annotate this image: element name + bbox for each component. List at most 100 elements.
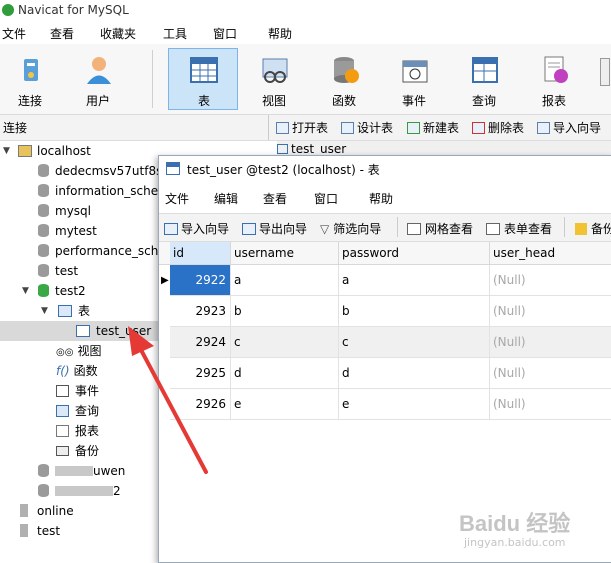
object-tab[interactable]: test_user xyxy=(277,142,346,156)
new-table-icon xyxy=(407,122,420,134)
toolbar-report-button[interactable]: 报表 xyxy=(524,49,584,109)
window-menu-window[interactable]: 窗口 xyxy=(314,190,338,207)
tree-connection-localhost[interactable]: localhost xyxy=(18,141,91,161)
table-cell[interactable]: b xyxy=(339,296,490,327)
tree-db-test2[interactable]: test2 xyxy=(38,281,86,301)
table-window-titlebar: test_user @test2 (localhost) - 表 xyxy=(159,156,611,182)
toolbar-view-button[interactable]: 视图 xyxy=(244,49,304,109)
backup-icon xyxy=(575,223,587,235)
table-cell[interactable]: 2923 xyxy=(170,296,231,327)
toolbar-user-button[interactable]: 用户 xyxy=(68,49,128,109)
database-icon xyxy=(38,164,49,177)
tree-db-mysql[interactable]: mysql xyxy=(38,201,91,221)
table-cell[interactable]: 2924 xyxy=(170,327,231,358)
report-icon xyxy=(544,56,568,83)
tree-db-performance-schema[interactable]: performance_sch xyxy=(38,241,158,261)
toolbar-function-button[interactable]: 函数 xyxy=(314,49,374,109)
tree-reports[interactable]: 报表 xyxy=(56,421,99,441)
menu-file[interactable]: 文件 xyxy=(2,25,26,42)
backup-icon xyxy=(56,446,69,456)
collapse-icon[interactable]: ▼ xyxy=(3,146,10,156)
tree-events[interactable]: 事件 xyxy=(56,381,99,401)
table-cell[interactable]: e xyxy=(339,389,490,420)
tree-functions[interactable]: f() 函数 xyxy=(56,361,98,381)
window-menu-file[interactable]: 文件 xyxy=(165,190,189,207)
database-icon xyxy=(38,244,49,257)
table-cell[interactable]: (Null) xyxy=(490,265,611,296)
tree-connection-online[interactable]: online xyxy=(20,501,74,521)
tree-db-test[interactable]: test xyxy=(38,261,78,281)
table-icon xyxy=(277,144,288,154)
import-wizard-button[interactable]: 导入向导 xyxy=(164,220,229,237)
column-header-id[interactable]: id xyxy=(170,242,231,265)
table-cell[interactable]: d xyxy=(231,358,339,389)
user-icon xyxy=(87,57,111,84)
tree-tables-folder[interactable]: 表 xyxy=(58,301,90,321)
table-cell[interactable]: a xyxy=(339,265,490,296)
form-view-button[interactable]: 表单查看 xyxy=(486,220,552,237)
open-table-icon xyxy=(276,122,289,134)
window-menu-help[interactable]: 帮助 xyxy=(369,190,393,207)
backup-button[interactable]: 备份 xyxy=(575,220,611,237)
menu-favorites[interactable]: 收藏夹 xyxy=(100,25,136,42)
export-wizard-button[interactable]: 导出向导 xyxy=(242,220,307,237)
grid-view-button[interactable]: 网格查看 xyxy=(407,220,473,237)
column-header-username[interactable]: username xyxy=(231,242,339,265)
tree-db-dedecms[interactable]: dedecmsv57utf8s xyxy=(38,161,162,181)
column-header-password[interactable]: password xyxy=(339,242,490,265)
table-cell[interactable]: 2922 xyxy=(170,265,231,296)
table-cell[interactable]: e xyxy=(231,389,339,420)
tree-db-blurred-1[interactable]: uwen xyxy=(38,461,125,481)
table-cell[interactable]: c xyxy=(231,327,339,358)
table-cell[interactable]: d xyxy=(339,358,490,389)
design-table-button[interactable]: 设计表 xyxy=(341,119,393,136)
toolbar-query-button[interactable]: 查询 xyxy=(454,49,514,109)
table-cell[interactable]: 2926 xyxy=(170,389,231,420)
tree-table-test-user[interactable]: test_user xyxy=(76,321,151,341)
table-cell[interactable]: c xyxy=(339,327,490,358)
delete-table-icon xyxy=(472,122,485,134)
table-cell[interactable]: b xyxy=(231,296,339,327)
filter-wizard-button[interactable]: ▽ 筛选向导 xyxy=(320,220,381,237)
tree-db-blurred-2[interactable]: 2 xyxy=(38,481,121,501)
table-cell[interactable]: a xyxy=(231,265,339,296)
toolbar-table-button[interactable]: 表 xyxy=(168,48,238,110)
title-bar: Navicat for MySQL xyxy=(0,0,611,22)
toolbar-more-icon[interactable] xyxy=(600,58,610,86)
tree-connection-test[interactable]: test xyxy=(20,521,60,541)
view-icon xyxy=(262,58,288,83)
tree-views[interactable]: ◎◎ 视图 xyxy=(56,341,101,361)
menu-tools[interactable]: 工具 xyxy=(163,25,187,42)
new-table-button[interactable]: 新建表 xyxy=(407,119,459,136)
menu-window[interactable]: 窗口 xyxy=(213,25,237,42)
toolbar-connection-button[interactable]: 连接 xyxy=(0,49,60,109)
tree-db-mytest[interactable]: mytest xyxy=(38,221,97,241)
collapse-icon[interactable]: ▼ xyxy=(22,286,29,296)
menu-help[interactable]: 帮助 xyxy=(268,25,292,42)
tree-db-information-schema[interactable]: information_sche xyxy=(38,181,158,201)
table-cell[interactable]: (Null) xyxy=(490,296,611,327)
window-menu-view[interactable]: 查看 xyxy=(263,190,287,207)
open-table-button[interactable]: 打开表 xyxy=(276,119,328,136)
app-title: Navicat for MySQL xyxy=(18,3,129,17)
table-cell[interactable]: (Null) xyxy=(490,389,611,420)
column-header-user-head[interactable]: user_head xyxy=(490,242,611,265)
toolbar-event-button[interactable]: 事件 xyxy=(384,49,444,109)
tree-backups[interactable]: 备份 xyxy=(56,441,99,461)
import-wizard-button[interactable]: 导入向导 xyxy=(537,119,601,136)
navicat-logo-icon xyxy=(2,4,14,16)
menu-view[interactable]: 查看 xyxy=(50,25,74,42)
tree-queries[interactable]: 查询 xyxy=(56,401,99,421)
window-menu-edit[interactable]: 编辑 xyxy=(214,190,238,207)
collapse-icon[interactable]: ▼ xyxy=(41,306,48,316)
database-icon xyxy=(38,484,49,497)
table-cell[interactable]: (Null) xyxy=(490,358,611,389)
table-cell[interactable]: (Null) xyxy=(490,327,611,358)
delete-table-button[interactable]: 删除表 xyxy=(472,119,524,136)
toolbar-divider xyxy=(152,50,153,108)
event-icon xyxy=(56,385,69,397)
connection-icon xyxy=(24,59,38,81)
table-cell[interactable]: 2925 xyxy=(170,358,231,389)
table-folder-icon xyxy=(58,305,72,317)
design-table-icon xyxy=(341,122,354,134)
